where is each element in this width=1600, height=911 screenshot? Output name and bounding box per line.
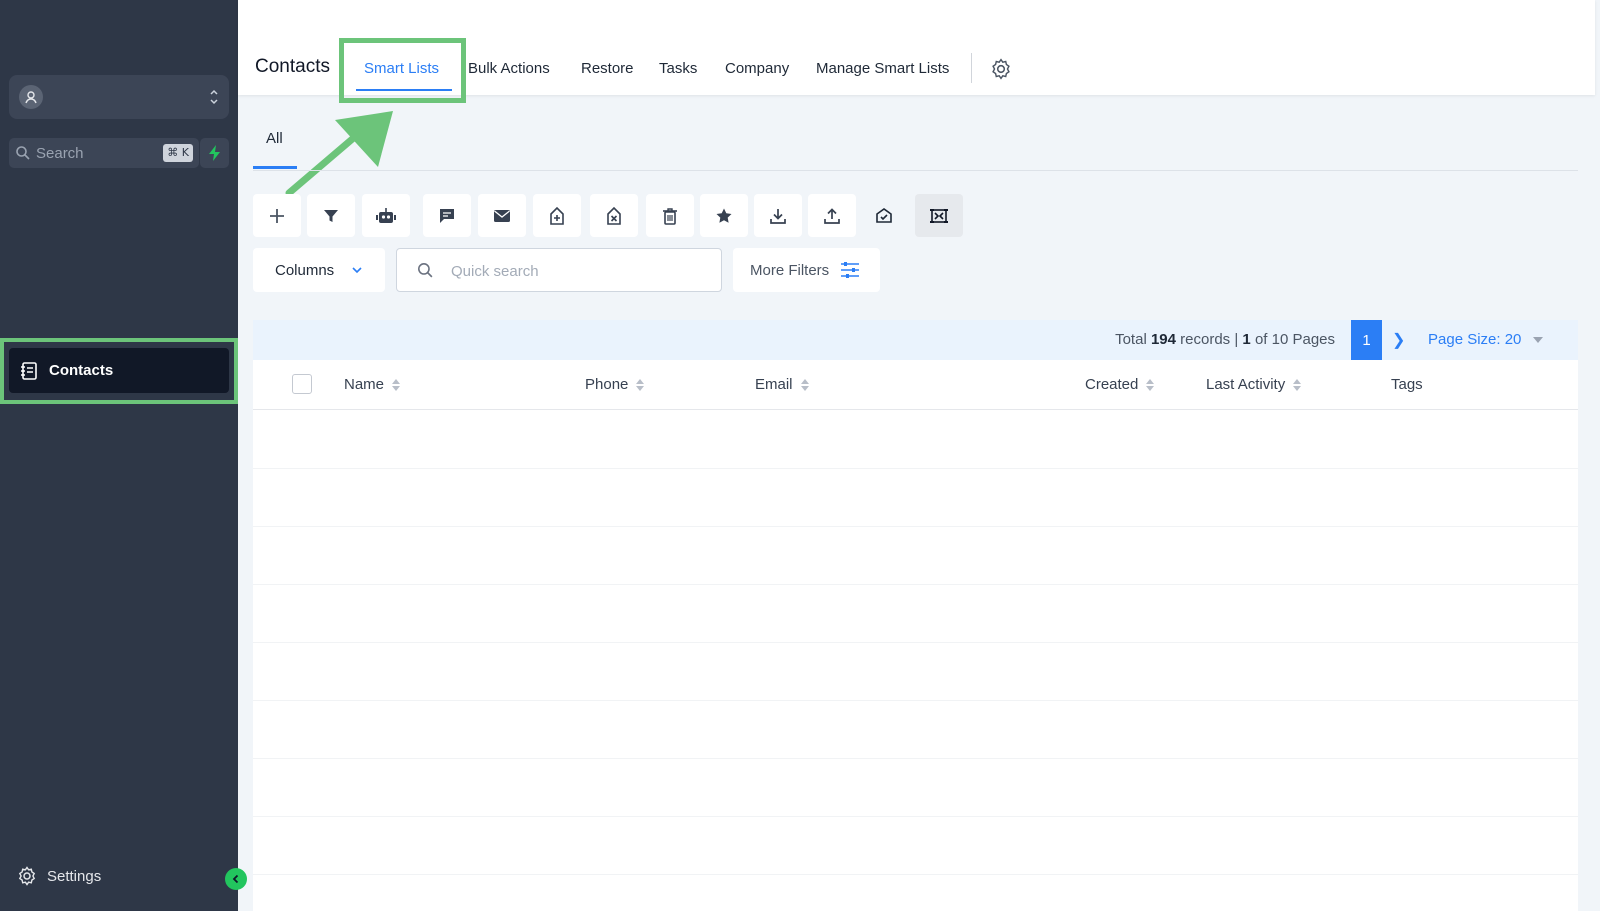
tab-restore[interactable]: Restore bbox=[581, 60, 634, 77]
page-title: Contacts bbox=[255, 56, 330, 77]
account-avatar-icon bbox=[19, 85, 43, 109]
filter-button[interactable] bbox=[307, 194, 355, 237]
sidebar-item-label: Settings bbox=[47, 867, 102, 885]
columns-label: Columns bbox=[275, 261, 335, 279]
chevron-updown-icon bbox=[210, 89, 218, 105]
mail-icon bbox=[494, 209, 510, 222]
search-icon bbox=[16, 146, 30, 160]
table-row bbox=[253, 700, 1578, 701]
trash-icon bbox=[663, 207, 677, 225]
mail-check-icon bbox=[876, 207, 892, 223]
records-summary: Total 194 records | 1 of 10 Pages bbox=[1115, 331, 1335, 348]
chevron-down-icon bbox=[352, 267, 362, 274]
sort-icon bbox=[636, 378, 645, 391]
download-icon bbox=[770, 208, 786, 224]
sort-icon bbox=[800, 378, 809, 391]
remove-tag-button[interactable] bbox=[590, 194, 638, 237]
delete-button[interactable] bbox=[646, 194, 694, 237]
contacts-table: Total 194 records | 1 of 10 Pages 1 ❯ Pa… bbox=[253, 320, 1578, 911]
sliders-icon bbox=[841, 262, 859, 278]
tab-company[interactable]: Company bbox=[725, 60, 789, 77]
columns-dropdown[interactable]: Columns bbox=[253, 248, 385, 292]
merge-button[interactable] bbox=[915, 194, 963, 237]
add-tag-button[interactable] bbox=[533, 194, 581, 237]
review-request-button[interactable] bbox=[700, 194, 748, 237]
chevron-left-icon bbox=[232, 874, 239, 884]
bolt-icon bbox=[208, 145, 220, 161]
subtab-all[interactable]: All bbox=[266, 130, 283, 147]
annotation-arrow-icon bbox=[285, 111, 393, 197]
column-header-phone[interactable]: Phone bbox=[585, 376, 645, 393]
merge-icon bbox=[930, 208, 948, 223]
tab-tasks[interactable]: Tasks bbox=[659, 60, 697, 77]
tab-manage-smart-lists[interactable]: Manage Smart Lists bbox=[816, 60, 949, 77]
sort-icon bbox=[1293, 378, 1302, 391]
table-row bbox=[253, 526, 1578, 527]
caret-down-icon bbox=[1533, 337, 1543, 343]
column-header-name[interactable]: Name bbox=[344, 376, 401, 393]
column-header-email[interactable]: Email bbox=[755, 376, 810, 393]
quick-action-button[interactable] bbox=[200, 138, 229, 168]
more-filters-button[interactable]: More Filters bbox=[733, 248, 880, 292]
robot-icon bbox=[376, 207, 396, 223]
sort-icon bbox=[1146, 378, 1155, 391]
next-page-icon[interactable]: ❯ bbox=[1392, 330, 1405, 350]
table-row bbox=[253, 584, 1578, 585]
select-all-checkbox[interactable] bbox=[292, 374, 312, 394]
send-sms-button[interactable] bbox=[423, 194, 471, 237]
table-row bbox=[253, 468, 1578, 469]
tag-remove-icon bbox=[607, 206, 621, 225]
page-number-button[interactable]: 1 bbox=[1351, 320, 1382, 360]
tag-add-icon bbox=[550, 206, 564, 225]
search-shortcut-badge: ⌘ K bbox=[163, 144, 193, 162]
star-icon bbox=[716, 208, 732, 223]
collapse-sidebar-button[interactable] bbox=[225, 868, 247, 890]
export-button[interactable] bbox=[754, 194, 802, 237]
more-filters-label: More Filters bbox=[750, 261, 830, 279]
send-email-button[interactable] bbox=[478, 194, 526, 237]
sort-icon bbox=[392, 378, 401, 391]
table-header-row: Name Phone Email Created Last Activity T… bbox=[253, 360, 1578, 410]
table-row bbox=[253, 642, 1578, 643]
import-button[interactable] bbox=[808, 194, 856, 237]
page-size-select[interactable]: Page Size: 20 bbox=[1428, 331, 1521, 348]
column-header-tags: Tags bbox=[1391, 376, 1423, 393]
table-row bbox=[253, 874, 1578, 875]
table-row bbox=[253, 816, 1578, 817]
tab-bulk-actions[interactable]: Bulk Actions bbox=[468, 60, 550, 77]
upload-icon bbox=[824, 207, 840, 224]
search-label: Search bbox=[36, 145, 84, 162]
column-header-last-activity[interactable]: Last Activity bbox=[1206, 376, 1302, 393]
quick-search-input[interactable] bbox=[451, 260, 701, 282]
header-divider bbox=[971, 53, 972, 83]
column-header-created[interactable]: Created bbox=[1085, 376, 1155, 393]
pagination-bar: Total 194 records | 1 of 10 Pages 1 ❯ Pa… bbox=[253, 320, 1578, 360]
quick-search-field[interactable] bbox=[396, 248, 722, 292]
gear-icon bbox=[18, 866, 36, 886]
table-row bbox=[253, 758, 1578, 759]
annotation-highlight-smart-lists bbox=[339, 38, 466, 103]
email-verify-button[interactable] bbox=[860, 194, 908, 237]
sidebar: Search ⌘ K Contacts Settings bbox=[0, 0, 247, 911]
automation-button[interactable] bbox=[362, 194, 410, 237]
add-contact-button[interactable] bbox=[253, 194, 301, 237]
settings-gear-icon[interactable] bbox=[990, 58, 1012, 80]
sidebar-search[interactable]: Search ⌘ K bbox=[9, 138, 199, 168]
filter-icon bbox=[324, 209, 338, 222]
annotation-highlight-contacts bbox=[0, 338, 238, 404]
plus-icon bbox=[270, 208, 284, 223]
subtab-divider bbox=[253, 170, 1578, 171]
account-switcher[interactable] bbox=[9, 75, 229, 119]
subtab-active-indicator bbox=[253, 166, 297, 169]
sidebar-item-settings[interactable]: Settings bbox=[17, 866, 101, 886]
message-icon bbox=[440, 208, 454, 223]
search-icon bbox=[418, 263, 433, 278]
